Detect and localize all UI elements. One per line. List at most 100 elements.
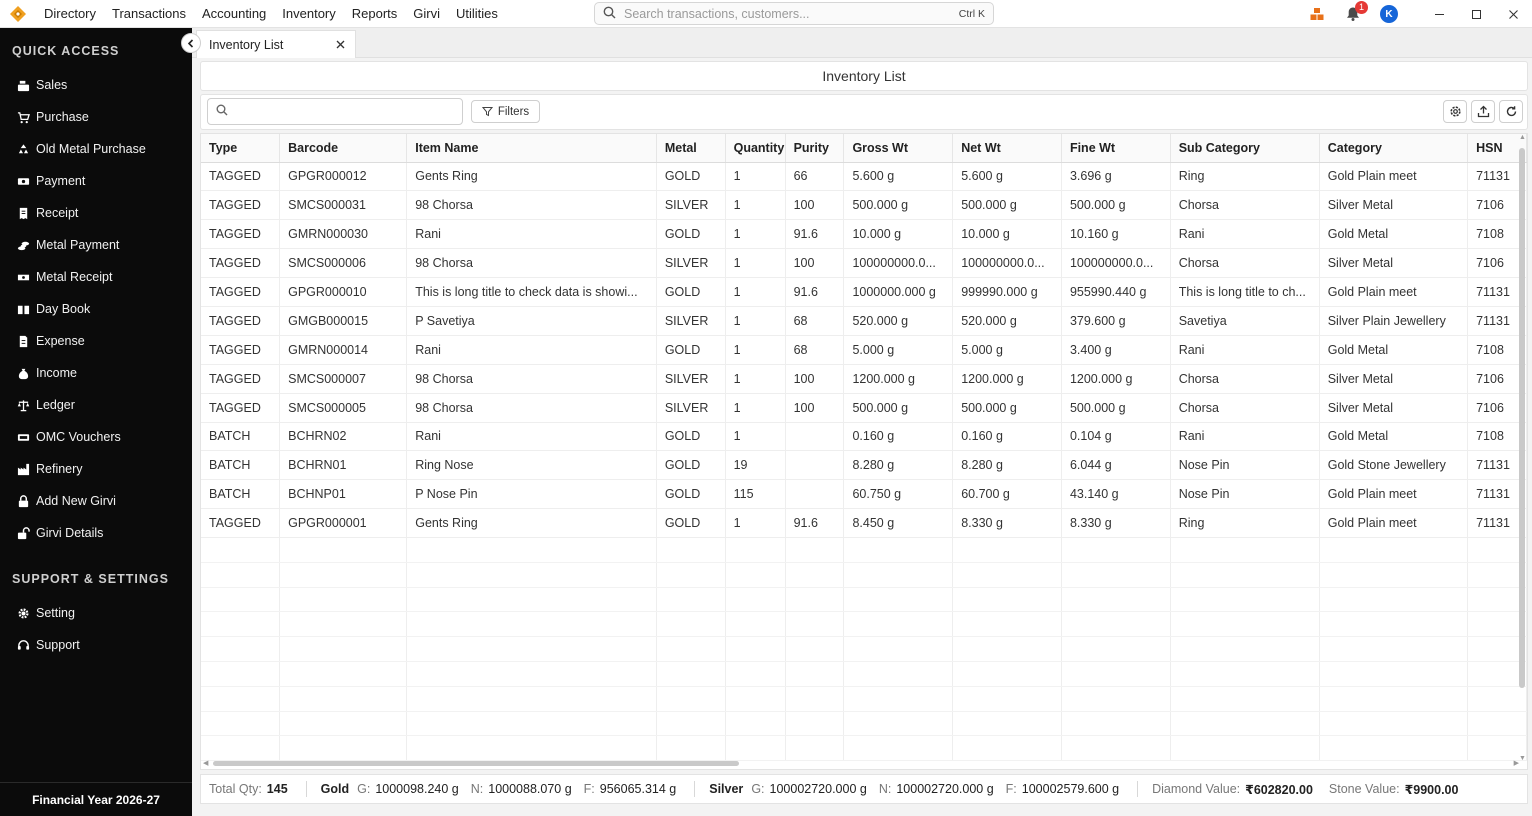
sidebar-item-add-new-girvi[interactable]: Add New Girvi <box>0 485 192 517</box>
export-button[interactable] <box>1471 100 1495 123</box>
chevron-left-icon <box>187 38 194 48</box>
sidebar-item-payment[interactable]: Payment <box>0 165 192 197</box>
cell-item-name: Rani <box>406 335 657 365</box>
minimize-icon[interactable] <box>1421 0 1458 28</box>
cell-type: TAGGED <box>201 219 281 250</box>
column-header-quantity[interactable]: Quantity <box>725 134 786 163</box>
sidebar-item-receipt[interactable]: Receipt <box>0 197 192 229</box>
table-search-input[interactable] <box>234 104 462 119</box>
sidebar-item-day-book[interactable]: Day Book <box>0 293 192 325</box>
maximize-icon[interactable] <box>1458 0 1495 28</box>
tab-inventory-list[interactable]: Inventory List <box>196 30 356 58</box>
column-header-item-name[interactable]: Item Name <box>406 134 657 163</box>
modules-icon[interactable] <box>1299 0 1335 28</box>
menu-reports[interactable]: Reports <box>344 0 406 28</box>
column-header-type[interactable]: Type <box>201 134 281 163</box>
column-settings-button[interactable] <box>1443 100 1467 123</box>
notification-bell-icon[interactable]: 1 <box>1335 0 1371 28</box>
sidebar-item-ledger[interactable]: Ledger <box>0 389 192 421</box>
column-header-fine-wt[interactable]: Fine Wt <box>1061 134 1171 163</box>
table-row[interactable]: BATCH BCHRN01 Ring Nose GOLD 19 8.280 g 8.280 … <box>201 450 1527 481</box>
sidebar-collapse-button[interactable] <box>181 33 201 53</box>
table-row[interactable]: BATCH BCHNP01 P Nose Pin GOLD 115 60.750 g 60.… <box>201 479 1527 510</box>
horizontal-scroll-thumb[interactable] <box>213 761 739 766</box>
column-header-metal[interactable]: Metal <box>656 134 726 163</box>
scroll-up-icon[interactable]: ▲ <box>1519 134 1526 141</box>
menu-directory[interactable]: Directory <box>36 0 104 28</box>
refresh-button[interactable] <box>1499 100 1523 123</box>
global-search-input[interactable]: Search transactions, customers... Ctrl K <box>594 2 994 25</box>
table-row[interactable]: BATCH BCHRN02 Rani GOLD 1 0.160 g 0.160 g 0.104… <box>201 422 1527 452</box>
vertical-scroll-thumb[interactable] <box>1519 148 1525 688</box>
empty-cell <box>656 711 726 737</box>
menu-transactions[interactable]: Transactions <box>104 0 194 28</box>
app-logo-icon[interactable] <box>0 0 36 28</box>
empty-cell <box>1061 636 1171 663</box>
financial-year[interactable]: Financial Year 2026-27 <box>0 782 192 816</box>
scroll-down-icon[interactable]: ▼ <box>1519 755 1526 762</box>
sidebar-item-sales[interactable]: Sales <box>0 69 192 101</box>
empty-cell <box>843 587 954 613</box>
table-row[interactable]: TAGGED SMCS000007 98 Chorsa SILVER 1 100 1200.… <box>201 364 1527 394</box>
empty-cell <box>1061 735 1171 762</box>
table-row[interactable]: TAGGED GPGR000001 Gents Ring GOLD 1 91.6 8.450… <box>201 508 1527 539</box>
sidebar-item-expense[interactable]: Expense <box>0 325 192 357</box>
sidebar-item-omc-vouchers[interactable]: OMC Vouchers <box>0 421 192 453</box>
menu-accounting[interactable]: Accounting <box>194 0 274 28</box>
sidebar-item-metal-payment[interactable]: Metal Payment <box>0 229 192 261</box>
table-row[interactable]: TAGGED SMCS000031 98 Chorsa SILVER 1 100 500.0… <box>201 190 1527 221</box>
industry-icon <box>16 462 30 476</box>
sidebar-item-refinery[interactable]: Refinery <box>0 453 192 485</box>
empty-cell <box>1170 735 1320 762</box>
table-row[interactable]: TAGGED GMRN000030 Rani GOLD 1 91.6 10.000 g 10.… <box>201 219 1527 250</box>
table-row[interactable]: TAGGED SMCS000006 98 Chorsa SILVER 1 100 10000… <box>201 248 1527 279</box>
menu-girvi[interactable]: Girvi <box>405 0 448 28</box>
tab-close-icon[interactable] <box>336 37 345 52</box>
sidebar-item-old-metal-purchase[interactable]: Old Metal Purchase <box>0 133 192 165</box>
cell-hsn: 7106 <box>1467 190 1527 221</box>
table-row[interactable]: TAGGED GPGR000010 This is long title to ch… <box>201 277 1527 307</box>
column-header-hsn[interactable]: HSN <box>1467 134 1527 163</box>
empty-cell <box>406 562 657 588</box>
scroll-left-icon[interactable]: ◀ <box>203 759 208 767</box>
user-avatar-button[interactable]: K <box>1371 0 1407 28</box>
table-row[interactable]: TAGGED SMCS000005 98 Chorsa SILVER 1 100 500.0… <box>201 393 1527 423</box>
sidebar-item-income[interactable]: Income <box>0 357 192 389</box>
file-invoice-icon <box>16 334 30 348</box>
cell-type: TAGGED <box>201 162 281 192</box>
vertical-scrollbar[interactable]: ▲ ▼ <box>1519 134 1526 762</box>
table-row[interactable]: TAGGED GMRN000014 Rani GOLD 1 68 5.000 g 5.000 … <box>201 335 1527 365</box>
table-row[interactable]: TAGGED GMGB000015 P Savetiya SILVER 1 68 520.0… <box>201 306 1527 336</box>
column-header-barcode[interactable]: Barcode <box>279 134 408 163</box>
sidebar-item-label: OMC Vouchers <box>36 430 121 444</box>
sidebar-item-support[interactable]: Support <box>0 629 192 661</box>
table-search-field[interactable] <box>207 98 463 125</box>
column-header-net-wt[interactable]: Net Wt <box>952 134 1062 163</box>
menu-utilities[interactable]: Utilities <box>448 0 506 28</box>
horizontal-scrollbar[interactable]: ◀ ▶ <box>203 759 1519 767</box>
scroll-right-icon[interactable]: ▶ <box>1514 759 1519 767</box>
column-header-gross-wt[interactable]: Gross Wt <box>843 134 954 163</box>
table-row[interactable]: TAGGED GPGR000012 Gents Ring GOLD 1 66 5.600 g… <box>201 162 1527 192</box>
cell-net-wt: 500.000 g <box>952 190 1062 221</box>
empty-cell <box>843 686 954 712</box>
coins-icon <box>16 238 30 252</box>
cell-fine-wt: 3.400 g <box>1061 335 1171 365</box>
empty-cell <box>952 735 1062 762</box>
gold-net-value: 1000088.070 g <box>488 782 572 796</box>
cell-type: BATCH <box>201 422 281 452</box>
column-header-category[interactable]: Category <box>1319 134 1469 163</box>
empty-cell <box>843 537 954 563</box>
cell-fine-wt: 955990.440 g <box>1061 277 1171 307</box>
column-header-purity[interactable]: Purity <box>785 134 845 163</box>
window-close-icon[interactable] <box>1495 0 1532 28</box>
sidebar-item-girvi-details[interactable]: Girvi Details <box>0 517 192 549</box>
sidebar-item-purchase[interactable]: Purchase <box>0 101 192 133</box>
column-header-sub-category[interactable]: Sub Category <box>1170 134 1320 163</box>
sidebar-item-setting[interactable]: Setting <box>0 597 192 629</box>
sidebar-item-metal-receipt[interactable]: Metal Receipt <box>0 261 192 293</box>
cell-net-wt: 0.160 g <box>952 422 1062 452</box>
filters-button[interactable]: Filters <box>471 100 540 123</box>
cell-quantity: 1 <box>725 190 786 221</box>
menu-inventory[interactable]: Inventory <box>274 0 343 28</box>
